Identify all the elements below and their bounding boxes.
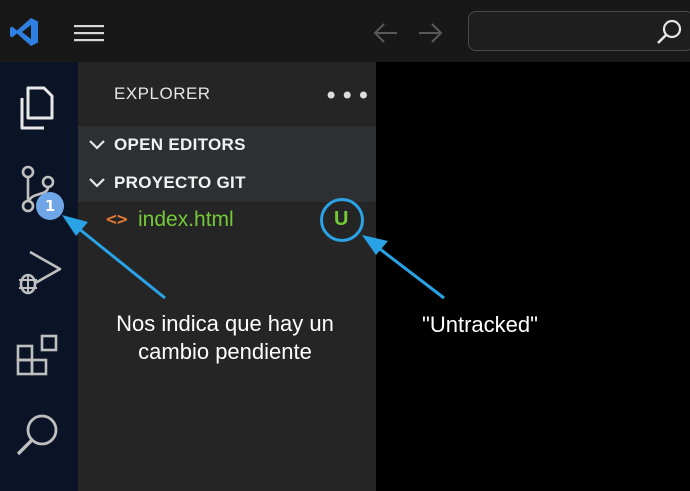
hamburger-menu-icon[interactable] bbox=[72, 22, 106, 44]
annotation-status-note: "Untracked" bbox=[422, 312, 538, 337]
chevron-down-icon bbox=[89, 178, 105, 188]
annotation-badge-note: Nos indica que hay un cambio pendiente bbox=[116, 311, 334, 364]
more-actions-icon[interactable]: ••• bbox=[324, 82, 372, 110]
section-open-editors[interactable]: OPEN EDITORS bbox=[78, 126, 376, 164]
run-debug-icon[interactable] bbox=[10, 242, 66, 298]
section-label: OPEN EDITORS bbox=[114, 135, 246, 154]
sidebar-title: EXPLORER bbox=[114, 84, 211, 103]
explorer-sidebar: EXPLORER ••• OPEN EDITORS PROYECTO GIT <… bbox=[78, 62, 376, 491]
arrow-right-icon[interactable] bbox=[416, 20, 446, 46]
scm-pending-badge: 1 bbox=[36, 192, 64, 220]
vscode-logo-icon bbox=[10, 18, 38, 46]
activity-bar: 1 bbox=[0, 62, 78, 491]
title-bar bbox=[0, 0, 690, 62]
file-name: index.html bbox=[138, 208, 234, 231]
files-icon[interactable] bbox=[10, 80, 66, 136]
command-center-search[interactable] bbox=[468, 11, 690, 51]
extensions-icon[interactable] bbox=[10, 324, 66, 380]
annotation-circle bbox=[320, 198, 364, 242]
editor-area[interactable] bbox=[376, 62, 690, 491]
section-project-folder[interactable]: PROYECTO GIT bbox=[78, 164, 376, 202]
arrow-left-icon[interactable] bbox=[370, 20, 400, 46]
chevron-down-icon bbox=[89, 140, 105, 150]
search-icon bbox=[657, 19, 682, 44]
search-icon[interactable] bbox=[10, 408, 66, 464]
html-file-icon: <> bbox=[106, 209, 128, 230]
section-label: PROYECTO GIT bbox=[114, 173, 246, 192]
